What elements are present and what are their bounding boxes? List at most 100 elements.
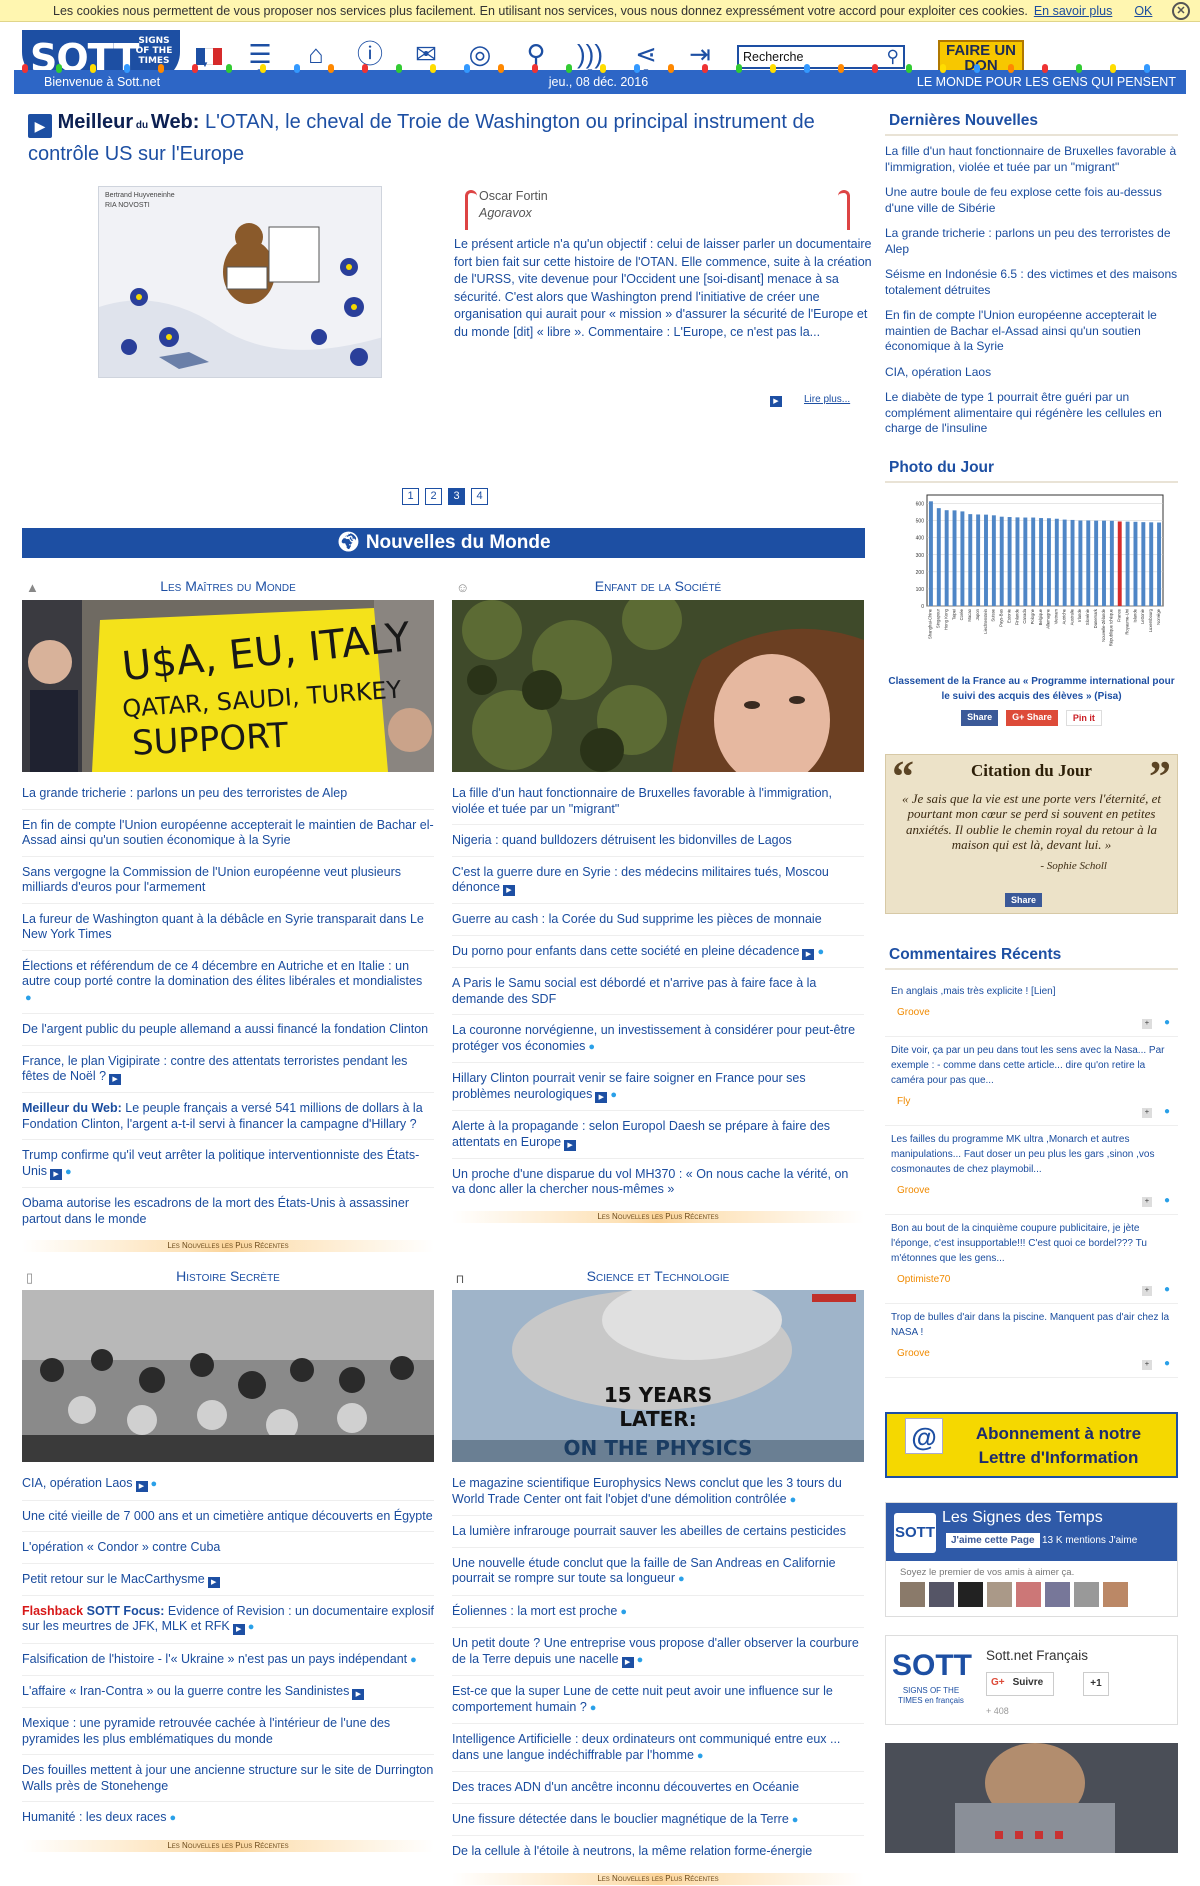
comment-actions[interactable]: + ●: [1141, 1193, 1170, 1208]
list-item[interactable]: C'est la guerre dure en Syrie : des méde…: [452, 865, 864, 904]
avatar[interactable]: [929, 1581, 954, 1607]
comment-item[interactable]: En anglais ,mais très explicite ! [Lien]…: [885, 978, 1178, 1037]
list-item[interactable]: Nigeria : quand bulldozers détruisent le…: [452, 833, 864, 857]
list-item[interactable]: En fin de compte l'Union européenne acce…: [22, 818, 434, 857]
more-news-link[interactable]: Les Nouvelles les Plus Récentes: [22, 1240, 434, 1252]
menu-list-icon[interactable]: ☰▼: [244, 38, 276, 76]
feature-cartoon-image[interactable]: Bertrand Huyveneinhe RIA NOVOSTI: [98, 186, 382, 378]
pinterest-button[interactable]: Pin it: [1065, 709, 1102, 726]
mail-icon[interactable]: ✉: [410, 38, 442, 70]
list-item[interactable]: La lumière infrarouge pourrait sauver le…: [452, 1524, 864, 1548]
list-item[interactable]: Hillary Clinton pourrait venir se faire …: [452, 1071, 864, 1111]
section-title[interactable]: ▲ Les Maîtres du Monde: [22, 578, 434, 600]
page-2[interactable]: 2: [425, 488, 442, 505]
section-title[interactable]: ▯ Histoire Secrète: [22, 1268, 434, 1290]
list-item[interactable]: Un petit doute ? Une entreprise vous pro…: [452, 1636, 864, 1676]
list-item[interactable]: L'opération « Condor » contre Cuba: [22, 1540, 434, 1564]
list-item[interactable]: Intelligence Artificielle : deux ordinat…: [452, 1732, 864, 1772]
section-title[interactable]: π Science et Technologie: [452, 1268, 864, 1290]
newsletter-signup-button[interactable]: @ Abonnement à notre Lettre d'Informatio…: [885, 1411, 1178, 1478]
cookie-ok-link[interactable]: OK: [1134, 4, 1152, 18]
search-icon[interactable]: ⚲: [887, 47, 899, 67]
list-item[interactable]: Meilleur du Web: Le peuple français a ve…: [22, 1101, 434, 1140]
fb-like-button[interactable]: J'aime cette Page: [946, 1532, 1040, 1548]
more-news-link[interactable]: Les Nouvelles les Plus Récentes: [22, 1839, 434, 1852]
historical-crowd-image[interactable]: [22, 1290, 434, 1462]
comment-actions[interactable]: + ●: [1141, 1104, 1170, 1119]
more-news-link[interactable]: Les Nouvelles les Plus Récentes: [452, 1210, 864, 1223]
gp-follow-button[interactable]: G+ Suivre: [986, 1671, 1055, 1696]
list-item[interactable]: La couronne norvégienne, un investisseme…: [452, 1023, 864, 1063]
list-item[interactable]: Éoliennes : la mort est proche ●: [452, 1604, 864, 1628]
avatar[interactable]: [900, 1581, 925, 1607]
list-item[interactable]: CIA, opération Laos ▶ ●: [22, 1476, 434, 1501]
list-item[interactable]: Des fouilles mettent à jour une ancienne…: [22, 1763, 434, 1802]
list-item[interactable]: Humanité : les deux races ●: [22, 1810, 434, 1834]
podcast-icon[interactable]: ◎: [464, 38, 496, 70]
comment-item[interactable]: Bon au bout de la cinquième coupure publ…: [885, 1215, 1178, 1304]
list-item[interactable]: Flashback SOTT Focus: Evidence of Revisi…: [22, 1604, 434, 1644]
avatar[interactable]: [1074, 1581, 1099, 1607]
location-pin-icon[interactable]: ⚲: [520, 38, 552, 70]
latest-news-item[interactable]: La fille d'un haut fonctionnaire de Brux…: [885, 144, 1178, 175]
comment-actions[interactable]: + ●: [1141, 1015, 1170, 1030]
list-item[interactable]: Mexique : une pyramide retrouvée cachée …: [22, 1716, 434, 1755]
section-title[interactable]: ☺ Enfant de la Société: [452, 578, 864, 600]
list-item[interactable]: De la cellule à l'étoile à neutrons, la …: [452, 1844, 864, 1867]
avatar[interactable]: [1045, 1581, 1070, 1607]
pisa-ranking-chart[interactable]: 0 100 200 300 400 500 600 Shanghai-Chine Singapo…: [905, 491, 1167, 666]
comment-item[interactable]: Les failles du programme MK ultra ,Monar…: [885, 1126, 1178, 1215]
home-icon[interactable]: ⌂: [300, 38, 332, 70]
facebook-share-button[interactable]: Share: [1005, 892, 1043, 907]
facebook-cover[interactable]: SOTT Les Signes des Temps J'aime cette P…: [886, 1502, 1177, 1561]
login-icon[interactable]: ⇥: [684, 38, 716, 70]
avatar[interactable]: [1103, 1581, 1128, 1607]
avatar[interactable]: [987, 1581, 1012, 1607]
page-1[interactable]: 1: [402, 488, 419, 505]
list-item[interactable]: Sans vergogne la Commission de l'Union e…: [22, 865, 434, 904]
more-news-link[interactable]: Les Nouvelles les Plus Récentes: [452, 1872, 864, 1885]
list-item[interactable]: Élections et référendum de ce 4 décembre…: [22, 959, 434, 1014]
list-item[interactable]: Une fissure détectée dans le bouclier ma…: [452, 1812, 864, 1836]
list-item[interactable]: La fureur de Washington quant à la débâc…: [22, 912, 434, 951]
list-item[interactable]: Trump confirme qu'il veut arrêter la pol…: [22, 1148, 434, 1188]
list-item[interactable]: La fille d'un haut fonctionnaire de Brux…: [452, 786, 864, 825]
latest-news-item[interactable]: Une autre boule de feu explose cette foi…: [885, 185, 1178, 216]
page-4[interactable]: 4: [471, 488, 488, 505]
google-share-button[interactable]: G+ Share: [1006, 709, 1058, 726]
list-item[interactable]: Du porno pour enfants dans cette société…: [452, 944, 864, 968]
avatar[interactable]: [1016, 1581, 1041, 1607]
gp-plus-one-button[interactable]: +1: [1083, 1671, 1109, 1696]
info-icon[interactable]: ⓘ: [354, 38, 386, 70]
girl-image[interactable]: [452, 600, 864, 772]
list-item[interactable]: Obama autorise les escadrons de la mort …: [22, 1196, 434, 1234]
list-item[interactable]: A Paris le Samu social est débordé et n'…: [452, 976, 864, 1015]
list-item[interactable]: France, le plan Vigipirate : contre des …: [22, 1054, 434, 1093]
list-item[interactable]: Le magazine scientifique Europhysics New…: [452, 1476, 864, 1516]
list-item[interactable]: Guerre au cash : la Corée du Sud supprim…: [452, 912, 864, 936]
comment-actions[interactable]: + ●: [1141, 1282, 1170, 1297]
list-item[interactable]: Un proche d'une disparue du vol MH370 : …: [452, 1167, 864, 1205]
comment-actions[interactable]: + ●: [1141, 1356, 1170, 1371]
list-item[interactable]: Une cité vieille de 7 000 ans et un cime…: [22, 1509, 434, 1532]
donate-button[interactable]: FAIRE UN DON: [938, 40, 1024, 74]
search-input[interactable]: Recherche ⚲: [737, 45, 905, 69]
latest-news-item[interactable]: Séisme en Indonésie 6.5 : des victimes e…: [885, 267, 1178, 298]
facebook-share-button[interactable]: Share: [961, 709, 999, 726]
comment-item[interactable]: Dite voir, ça par un peu dans tout les s…: [885, 1037, 1178, 1126]
comment-item[interactable]: Trop de bulles d'air dans la piscine. Ma…: [885, 1304, 1178, 1378]
rss-icon[interactable]: )))▼: [574, 38, 606, 76]
list-item[interactable]: L'affaire « Iran-Contra » ou la guerre c…: [22, 1684, 434, 1708]
sidebar-promo-image[interactable]: [885, 1742, 1178, 1853]
protest-sign-image[interactable]: U$A, EU, ITALY QATAR, SAUDI, TURKEY SUPP…: [22, 600, 434, 772]
feature-headline[interactable]: ▶ Meilleur du Web: L'OTAN, le cheval de …: [22, 108, 867, 168]
close-icon[interactable]: ✕: [1172, 2, 1190, 20]
read-more-link[interactable]: ▶ Lire plus...: [770, 394, 850, 407]
page-3-current[interactable]: 3: [448, 488, 465, 505]
cookie-more-link[interactable]: En savoir plus: [1034, 4, 1113, 18]
latest-news-item[interactable]: En fin de compte l'Union européenne acce…: [885, 308, 1178, 355]
list-item[interactable]: Petit retour sur le MacCarthysme ▶: [22, 1572, 434, 1596]
list-item[interactable]: De l'argent public du peuple allemand a …: [22, 1022, 434, 1046]
gp-page-name[interactable]: Sott.net Français: [986, 1648, 1088, 1663]
list-item[interactable]: Est-ce que la super Lune de cette nuit p…: [452, 1684, 864, 1724]
